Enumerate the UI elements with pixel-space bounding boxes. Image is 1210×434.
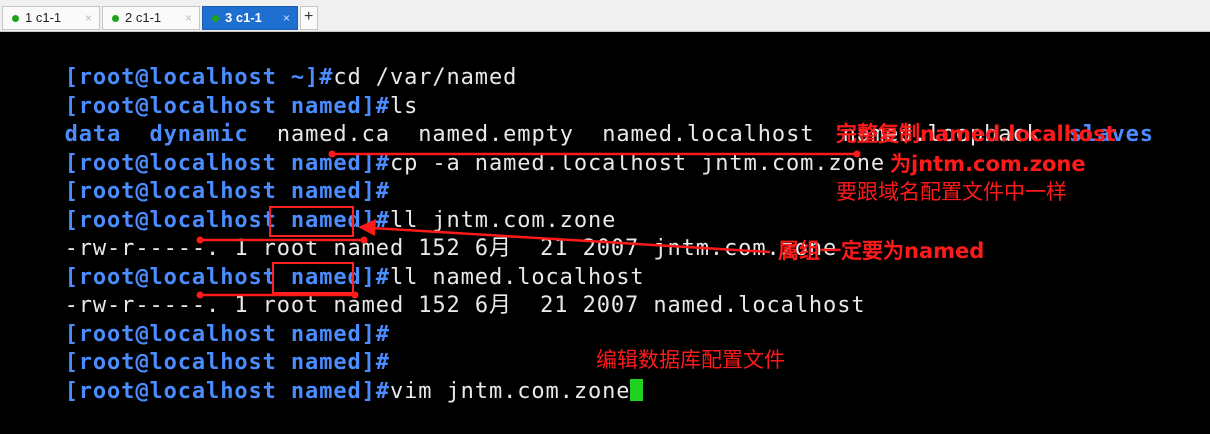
terminal-line: [root@localhost named]#ll jntm.com.zone — [8, 179, 616, 233]
tab-session-1[interactable]: 1 c1-1 × — [2, 6, 100, 30]
shell-prompt: [root@localhost named]# — [64, 378, 390, 404]
ll-output-line: -rw-r-----. 1 root named 152 6月 21 2007 … — [8, 264, 866, 318]
annotation-group: 属组一定要为named — [778, 239, 985, 263]
tab-label: 2 c1-1 — [125, 10, 162, 25]
terminal-line: [root@localhost named]#cp -a named.local… — [8, 122, 885, 176]
terminal-line: [root@localhost named]# — [8, 321, 390, 375]
status-dot-icon — [12, 15, 19, 22]
terminal-line: [root@localhost named]# — [8, 150, 390, 204]
ll-size-date-name: 152 6月 21 2007 named.localhost — [404, 293, 866, 318]
terminal-cursor — [630, 378, 644, 401]
tab-label: 1 c1-1 — [25, 10, 62, 25]
tab-label: 3 c1-1 — [225, 10, 262, 25]
close-icon[interactable]: × — [85, 7, 92, 29]
ls-output-line: data dynamic named.ca named.empty named.… — [8, 93, 1154, 147]
command-text: vim jntm.com.zone — [389, 378, 631, 404]
command-text: cp -a named.localhost jntm.com.zone — [389, 150, 886, 176]
tab-session-3[interactable]: 3 c1-1 × — [202, 6, 298, 30]
terminal-line: [root@localhost named]#vim jntm.com.zone — [8, 350, 644, 404]
status-dot-icon — [212, 15, 219, 22]
tab-session-2[interactable]: 2 c1-1 × — [102, 6, 200, 30]
annotation-edit: 编辑数据库配置文件 — [596, 348, 785, 372]
new-tab-button[interactable]: + — [300, 6, 318, 30]
status-dot-icon — [112, 15, 119, 22]
close-icon[interactable]: × — [185, 7, 192, 29]
terminal-line: [root@localhost named]#ls — [8, 65, 418, 119]
terminal-line: [root@localhost named]# — [8, 293, 390, 347]
annotation-copy-line3: 要跟域名配置文件中一样 — [836, 180, 1067, 204]
annotation-copy-line1: 完整复制named.localhost — [836, 122, 1116, 146]
ll-output-line: -rw-r-----. 1 root named 152 6月 21 2007 … — [8, 207, 837, 261]
plus-icon: + — [304, 8, 314, 25]
group-highlight-box — [269, 206, 354, 237]
terminal-line: [root@localhost ~]#cd /var/named — [8, 36, 517, 90]
annotation-copy-line2: 为jntm.com.zone — [890, 152, 1086, 176]
group-highlight-box — [272, 262, 354, 294]
terminal-line: [root@localhost named]#ll named.localhos… — [8, 236, 645, 290]
close-icon[interactable]: × — [283, 7, 290, 29]
tab-bar: 1 c1-1 × 2 c1-1 × 3 c1-1 × + — [0, 0, 1210, 32]
